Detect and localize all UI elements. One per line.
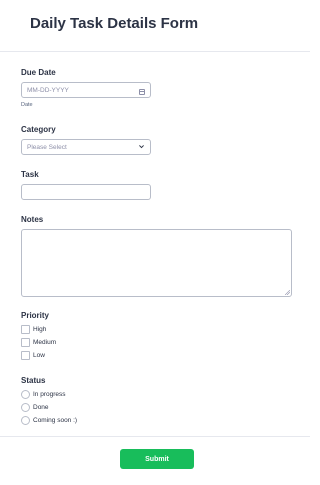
due-date-input[interactable]: MM-DD-YYYY [21, 82, 151, 98]
radio-button[interactable] [21, 403, 30, 412]
submit-button[interactable]: Submit [120, 449, 194, 469]
category-label: Category [21, 125, 56, 134]
priority-option-label: Low [33, 352, 45, 359]
priority-option-label: Medium [33, 339, 57, 346]
checkbox[interactable] [21, 351, 30, 360]
form-header: Daily Task Details Form [0, 0, 310, 52]
task-input[interactable] [21, 184, 151, 200]
checkbox[interactable] [21, 325, 30, 334]
chevron-down-icon [139, 145, 144, 149]
notes-textarea[interactable] [21, 229, 292, 297]
status-option-label: Coming soon :) [33, 417, 78, 424]
task-label: Task [21, 170, 39, 179]
priority-option-label: High [33, 326, 47, 333]
category-selected-value: Please Select [27, 144, 67, 151]
due-date-placeholder: MM-DD-YYYY [27, 87, 69, 94]
status-label: Status [21, 376, 46, 385]
due-date-sublabel: Date [21, 102, 33, 108]
status-option-label: In progress [33, 391, 66, 398]
due-date-label: Due Date [21, 68, 56, 77]
notes-label: Notes [21, 215, 44, 224]
calendar-icon[interactable] [139, 89, 145, 95]
category-select[interactable]: Please Select [21, 139, 151, 155]
radio-button[interactable] [21, 416, 30, 425]
resize-handle-icon[interactable] [285, 290, 290, 295]
status-option-label: Done [33, 404, 49, 411]
footer-divider [0, 436, 310, 437]
priority-label: Priority [21, 311, 50, 320]
radio-button[interactable] [21, 390, 30, 399]
checkbox[interactable] [21, 338, 30, 347]
form-title: Daily Task Details Form [30, 15, 199, 32]
